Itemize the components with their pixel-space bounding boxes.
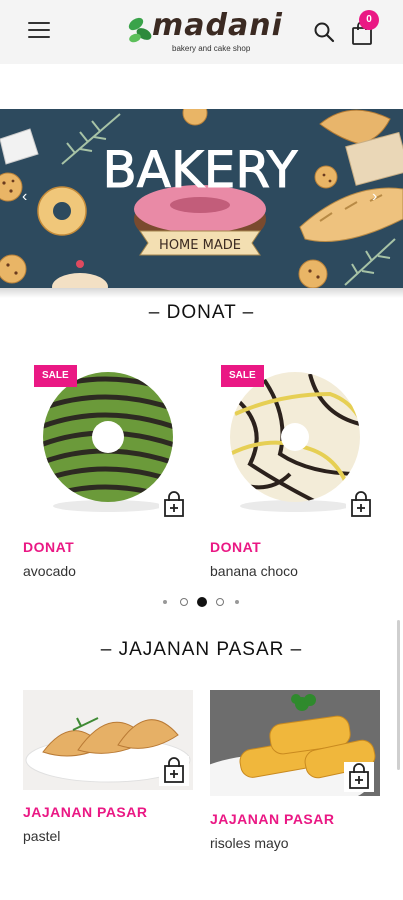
page-scrollbar[interactable]: [397, 620, 400, 770]
carousel-dot[interactable]: [216, 598, 224, 606]
product-card[interactable]: SALE DONAT avocado: [23, 354, 193, 594]
sale-badge: SALE: [34, 365, 77, 387]
add-to-cart-icon[interactable]: [159, 756, 189, 786]
product-card[interactable]: JAJANAN PASAR risoles mayo: [210, 690, 380, 860]
sale-badge: SALE: [221, 365, 264, 387]
product-category[interactable]: JAJANAN PASAR: [23, 804, 147, 820]
hero-banner[interactable]: BAKERY HOME MADE: [0, 109, 403, 290]
carousel-dot[interactable]: [163, 600, 167, 604]
bakery-banner-illustration: BAKERY HOME MADE: [0, 109, 403, 290]
product-card[interactable]: JAJANAN PASAR pastel: [23, 690, 193, 850]
product-name[interactable]: avocado: [23, 563, 76, 579]
banner-headline: BAKERY: [103, 141, 298, 199]
banner-prev-chevron-icon[interactable]: ‹: [22, 188, 27, 206]
product-category[interactable]: DONAT: [23, 539, 74, 555]
add-to-cart-icon[interactable]: [159, 490, 189, 520]
product-name[interactable]: banana choco: [210, 563, 298, 579]
banner-next-chevron-icon[interactable]: ›: [372, 188, 377, 206]
hamburger-menu-icon[interactable]: [28, 22, 50, 40]
product-name[interactable]: pastel: [23, 828, 60, 844]
product-category[interactable]: DONAT: [210, 539, 261, 555]
banner-ribbon-text: HOME MADE: [159, 238, 241, 253]
banner-shadow: [0, 288, 403, 298]
carousel-dot[interactable]: [235, 600, 239, 604]
carousel-dot-active[interactable]: [197, 597, 207, 607]
product-card[interactable]: SALE DONAT banana choco: [210, 354, 380, 594]
add-to-cart-icon[interactable]: [346, 490, 376, 520]
cart-count-badge: 0: [359, 10, 379, 30]
carousel-dot[interactable]: [180, 598, 188, 606]
section-title-donat: – DONAT –: [148, 302, 255, 323]
product-name[interactable]: risoles mayo: [210, 835, 289, 851]
logo-subtitle: bakery and cake shop: [172, 44, 251, 53]
logo-wordmark: madani: [152, 8, 283, 43]
brand-logo[interactable]: madani bakery and cake shop: [126, 6, 286, 60]
section-title-jajanan-pasar: – JAJANAN PASAR –: [100, 639, 303, 660]
search-icon[interactable]: [313, 21, 335, 43]
app-header: madani bakery and cake shop 0: [0, 0, 403, 64]
carousel-dots: [160, 596, 244, 608]
add-to-cart-icon[interactable]: [344, 762, 374, 792]
product-category[interactable]: JAJANAN PASAR: [210, 811, 334, 827]
